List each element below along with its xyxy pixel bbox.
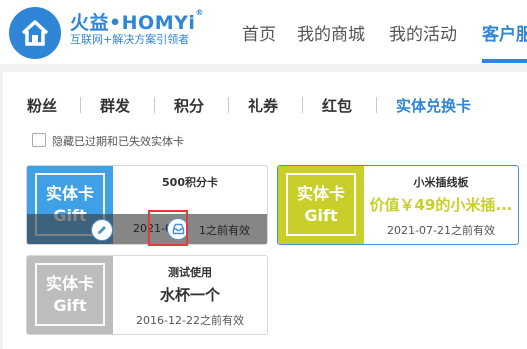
nav-home[interactable]: 首页 [242, 20, 276, 45]
card-date: 2021-07-21之前有效 [387, 224, 495, 237]
tab-coupons[interactable]: 礼券 [248, 95, 278, 116]
card-date: 2016-12-22之前有效 [136, 314, 244, 327]
nav-active-indicator [482, 59, 527, 63]
card-title: 测试使用 [168, 266, 212, 279]
page: 火益•HOMYi® 互联网+解决方案引领者 首页 我的商城 我的活动 客户服 粉… [0, 0, 527, 349]
pencil-icon[interactable] [91, 219, 113, 241]
card-title: 小米插线板 [413, 176, 469, 189]
nav-customer-service[interactable]: 客户服 [482, 20, 527, 45]
tab-divider [376, 97, 377, 113]
nav-my-mall[interactable]: 我的商城 [297, 20, 365, 45]
brand-tagline: 互联网+解决方案引领者 [70, 33, 190, 46]
card-value: 价值￥49的小米插... [369, 196, 513, 214]
house-logo-icon[interactable] [9, 7, 61, 59]
tab-fans[interactable]: 粉丝 [27, 95, 57, 116]
card-image-line2: Gift [304, 205, 338, 225]
card-xiaomi-power-strip[interactable]: 实体卡 Gift 小米插线板 价值￥49的小米插... 2021-07-21之前… [277, 165, 519, 245]
card-500-points[interactable]: 实体卡 Gift 500积分卡 2021-0 1之前有效 [26, 165, 268, 245]
card-value: 水杯一个 [159, 286, 220, 304]
nav-my-activities[interactable]: 我的活动 [389, 20, 457, 45]
card-image: 实体卡 Gift [27, 256, 113, 334]
highlight-box [148, 210, 188, 246]
top-header: 火益•HOMYi® 互联网+解决方案引领者 首页 我的商城 我的活动 客户服 [0, 0, 527, 64]
card-image-line2: Gift [53, 295, 87, 315]
tab-points[interactable]: 积分 [174, 95, 204, 116]
card-date-right: 1之前有效 [199, 224, 250, 237]
tab-red-packets[interactable]: 红包 [322, 95, 352, 116]
card-image-line1: 实体卡 [296, 183, 345, 203]
tab-divider [154, 97, 155, 113]
tab-divider [302, 97, 303, 113]
hide-expired-label: 隐藏已过期和已失效实体卡 [52, 135, 184, 148]
card-image: 实体卡 Gift [278, 166, 364, 244]
card-image-line1: 实体卡 [45, 273, 94, 293]
tab-divider [80, 97, 81, 113]
tab-divider [228, 97, 229, 113]
card-test-use[interactable]: 实体卡 Gift 测试使用 水杯一个 2016-12-22之前有效 [26, 255, 268, 335]
card-title: 500积分卡 [162, 176, 218, 189]
tab-broadcast[interactable]: 群发 [100, 95, 130, 116]
hide-expired-checkbox[interactable] [32, 133, 46, 147]
card-image-line1: 实体卡 [45, 183, 94, 203]
tab-physical-cards[interactable]: 实体兑换卡 [396, 95, 471, 116]
